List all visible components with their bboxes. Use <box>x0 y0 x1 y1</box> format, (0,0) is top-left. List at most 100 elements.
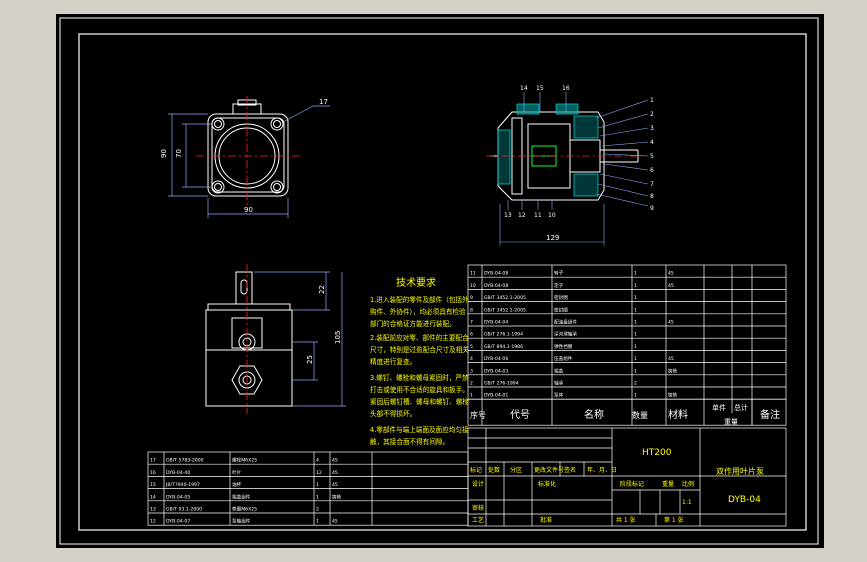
bom-cell: DYB-04-08 <box>484 271 508 277</box>
svg-text:分区: 分区 <box>510 466 522 474</box>
svg-text:第 1 张: 第 1 张 <box>664 516 684 524</box>
svg-text:标记: 标记 <box>470 466 482 474</box>
svg-text:2: 2 <box>650 111 654 118</box>
bom-cell: 油杯 <box>232 481 242 488</box>
bom-cell: DYB-04-07 <box>166 519 190 525</box>
bom-cell: 1 <box>634 344 637 350</box>
bom-cell: 14 <box>150 494 156 500</box>
bom-cell: 配油盘组件 <box>554 319 577 326</box>
bom-cell: JB/T7940-1997 <box>165 482 200 488</box>
svg-text:6: 6 <box>650 167 654 174</box>
dim-top-a: 22 <box>318 285 326 294</box>
bom-cell: 16 <box>150 470 156 476</box>
svg-text:10: 10 <box>548 212 556 219</box>
section-callouts-right: 1 2 3 4 5 6 7 8 9 <box>650 97 654 212</box>
svg-text:13: 13 <box>504 212 512 219</box>
bom-cell: 1 <box>470 393 473 399</box>
bom-cell: 垫圈M6X25 <box>232 506 257 513</box>
bom-cell: DYB-04-40 <box>166 470 190 476</box>
cad-drawing-canvas: 90 70 90 17 1 2 3 4 5 6 7 8 9 14 15 16 1… <box>56 14 824 548</box>
bom-cell: 2 <box>470 381 473 387</box>
bom-cell: DYB-04-05 <box>166 494 190 500</box>
bom-cell: 铸铁 <box>668 392 678 399</box>
tech-req-title: 技术要求 <box>396 276 436 289</box>
bom-cell: 1 <box>316 494 319 500</box>
bom-cell: 叶片 <box>232 469 242 476</box>
bom-cell: GB/T 894.1-1986 <box>484 344 523 350</box>
svg-text:重量: 重量 <box>662 480 674 488</box>
svg-text:设计: 设计 <box>472 480 484 488</box>
bom-cell: 深沟球轴承 <box>554 331 577 338</box>
bom-cell: 1 <box>634 307 637 313</box>
bom-cell: 铸铁 <box>332 493 342 500</box>
bom-cell: 密封圈 <box>554 306 568 313</box>
bom-cell: 1 <box>634 320 637 326</box>
svg-text:8: 8 <box>650 193 654 200</box>
svg-text:4.零部件与端上端面及面应均匀接: 4.零部件与端上端面及面应均匀接 <box>370 425 469 434</box>
svg-text:审核: 审核 <box>472 504 484 512</box>
svg-text:购件、外协件），均必须具有检验: 购件、外协件），均必须具有检验 <box>370 307 466 316</box>
bom-cell: 11 <box>470 271 476 277</box>
svg-text:16: 16 <box>562 85 570 92</box>
bom-cell: DYB-04-08 <box>484 283 508 289</box>
bom-cell: 压盖组件 <box>554 355 573 362</box>
svg-text:头部不得损坏。: 头部不得损坏。 <box>370 409 416 418</box>
bom-cell: 1 <box>634 356 637 362</box>
bom-cell: 转子 <box>554 270 564 277</box>
svg-text:共 1 张: 共 1 张 <box>616 516 636 524</box>
bom-cell: GB/T 5783-2000 <box>166 458 204 464</box>
bom-cell: 1 <box>634 295 637 301</box>
title-name: 双作用叶片泵 <box>716 466 764 476</box>
bom-cell: 1 <box>634 283 637 289</box>
svg-text:年、月、日: 年、月、日 <box>587 466 617 474</box>
svg-text:备注: 备注 <box>760 408 780 421</box>
bom-cell: 45 <box>668 283 674 289</box>
bom-cell: 端盖组件 <box>232 493 251 500</box>
bom-cell: 8 <box>470 307 473 313</box>
bom-cell: 1 <box>316 519 319 525</box>
svg-text:尺寸，特别是过盈配合尺寸及相关: 尺寸，特别是过盈配合尺寸及相关 <box>370 345 469 354</box>
dim-top-b: 25 <box>306 355 314 364</box>
bom-cell: 2 <box>316 507 319 513</box>
bom-cell: 10 <box>470 283 476 289</box>
svg-text:阶段标记: 阶段标记 <box>620 480 644 488</box>
svg-text:工艺: 工艺 <box>472 516 484 524</box>
bom-cell: 2 <box>634 381 637 387</box>
bom-cell: 4 <box>470 356 473 362</box>
svg-text:重量: 重量 <box>724 418 738 426</box>
svg-text:12: 12 <box>518 212 526 219</box>
bom-cell: 1 <box>634 368 637 374</box>
bom-cell: 铸铁 <box>668 367 678 374</box>
title-material: HT200 <box>642 448 672 458</box>
bom-cell: 45 <box>332 519 338 525</box>
callout-front: 17 <box>319 98 328 106</box>
bom-cell: 1 <box>634 393 637 399</box>
bom-cell: 45 <box>332 458 338 464</box>
bom-cell: 12 <box>150 519 156 525</box>
svg-text:1.进入装配的零件及部件（包括外: 1.进入装配的零件及部件（包括外 <box>370 295 469 304</box>
bom-cell: 4 <box>316 458 319 464</box>
svg-text:14: 14 <box>520 85 528 92</box>
bom-cell: DYB-04-06 <box>484 356 508 362</box>
svg-text:处数: 处数 <box>488 466 500 474</box>
svg-text:3.螺钉、螺栓和螺母紧固时，严禁: 3.螺钉、螺栓和螺母紧固时，严禁 <box>370 373 469 382</box>
bom-cell: 1 <box>634 332 637 338</box>
bom-cell: 定子 <box>554 282 564 289</box>
svg-text:7: 7 <box>650 181 654 188</box>
svg-text:数量: 数量 <box>632 410 648 420</box>
bom-cell: 泵体 <box>554 392 564 399</box>
bom-cell: 17 <box>150 458 156 464</box>
bom-cell: 15 <box>150 482 156 488</box>
drawing-paper <box>56 14 824 548</box>
bom-cell: 45 <box>332 470 338 476</box>
bom-cell: 45 <box>332 482 338 488</box>
dim-front-width: 90 <box>244 206 253 214</box>
svg-text:签名: 签名 <box>564 466 576 474</box>
svg-text:1:1: 1:1 <box>682 499 692 506</box>
bom-cell: 端盖 <box>554 367 564 374</box>
dim-front-height-outer: 90 <box>160 149 168 158</box>
bom-cell: 12 <box>316 470 322 476</box>
bom-cell: 45 <box>668 271 674 277</box>
bom-cell: GB/T 93.1-2000 <box>166 507 202 513</box>
svg-text:总计: 总计 <box>734 403 748 412</box>
